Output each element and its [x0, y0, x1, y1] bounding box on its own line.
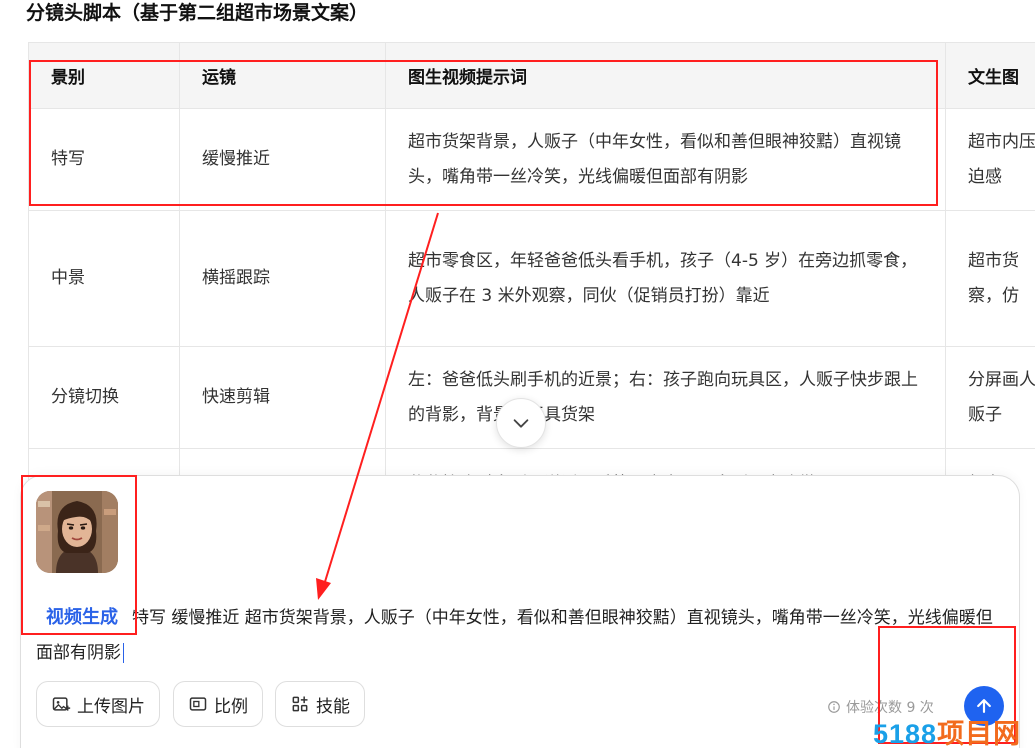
- watermark-text: 项目网: [937, 719, 1022, 748]
- watermark-logo: 5188项目网: [873, 712, 1021, 748]
- annotation-arrow: [316, 212, 439, 600]
- watermark-number: 5188: [873, 719, 938, 748]
